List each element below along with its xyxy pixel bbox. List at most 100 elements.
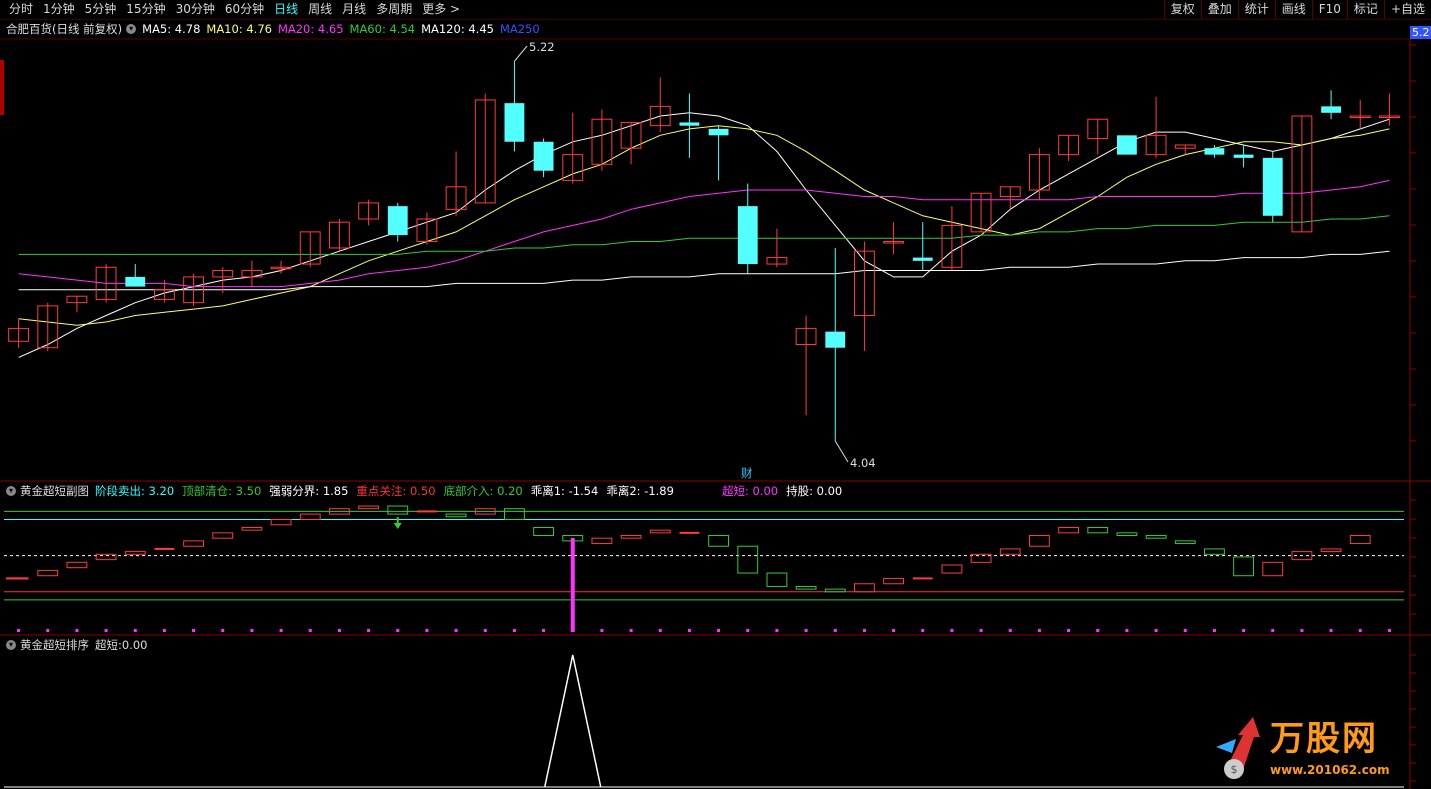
indicator1-dot [1329,629,1333,632]
indicator1-dot [687,629,691,632]
candle-body [387,206,408,236]
indicator1-dot [250,629,254,632]
indicator-value-label: 乖离1: [530,484,569,498]
indicator1-title: 黄金超短副图 [20,484,89,498]
indicator-value-number: 0.50 [409,484,436,498]
indicator-value-item: 重点关注: 0.50 [356,483,435,499]
indicator1-bar [999,548,1021,555]
indicator-value-number: 0.00 [816,484,843,498]
candle-body [679,122,700,126]
indicator1-dot [454,629,458,632]
indicator1-dot [192,629,196,632]
indicator1-dot [542,629,546,632]
candle-body [504,103,525,142]
indicator-value-number: 3.20 [148,484,175,498]
indicator1-dot [367,629,371,632]
indicator1-dot [1183,629,1187,632]
indicator1-bar [299,513,321,520]
indicator1-bar [241,526,263,531]
indicator1-bar [1262,561,1284,577]
indicator-value-item: 顶部清仓: 3.50 [182,483,261,499]
left-marker [0,60,4,115]
candle-body [1117,135,1137,155]
indicator1-dot [104,629,108,632]
indicator1-bar [212,532,234,539]
indicator1-bar [95,553,117,561]
indicator1-dot [950,629,954,632]
indicator1-dot [1212,629,1216,632]
indicator-value-item: 乖离1: -1.54 [531,483,599,499]
indicator2-value: 0.00 [121,638,148,652]
indicator1-dot [75,629,79,632]
indicator-value-label: 乖离2: [606,484,645,498]
indicator1-bar [183,540,205,547]
indicator1-bar [6,577,28,580]
high-price-label: 5.22 [529,40,555,54]
indicator1-bar [620,535,642,539]
indicator1-dot [1067,629,1071,632]
indicator1-bar [912,577,933,580]
candle-body [533,141,554,171]
indicator-value-label: 超短: [721,484,753,498]
indicator-value-number: -1.54 [568,484,599,498]
svg-text:$: $ [1231,763,1238,776]
indicator1-bar [270,518,292,526]
indicator1-dot [46,629,50,632]
indicator1-bar [883,577,905,585]
indicator1-extra-values: 超短: 0.00 持股: 0.00 [722,483,842,499]
indicator1-dot [17,629,21,632]
indicator1-bar [854,583,875,593]
candle-body [1262,157,1283,216]
high-pointer [514,45,528,62]
indicator2-title: 黄金超短排序 [20,638,89,652]
fin-report-marker[interactable]: 财 [741,465,753,481]
indicator1-bar [679,531,700,534]
indicator1-bar [708,535,730,547]
candle-body [1321,106,1341,113]
indicator1-dot [337,629,341,632]
indicator1-dot [1271,629,1275,632]
indicator1-bar [1116,532,1138,537]
indicator-value-number: 0.20 [497,484,523,498]
indicator1-bar [504,508,525,520]
indicator-menu-icon[interactable]: ▾ [6,640,16,650]
candle-body [125,276,146,287]
indicator1-bar [1349,535,1371,545]
indicator-value-label: 顶部清仓: [182,484,236,498]
candle-body [912,257,933,261]
indicator-value-item: 持股: 0.00 [786,483,842,499]
indicator1-bar [37,569,59,577]
low-pointer [834,440,849,463]
indicator-menu-icon[interactable]: ▾ [6,486,16,496]
indicator1-bar [795,585,817,590]
candle-body [737,206,758,265]
indicator1-bar [1233,556,1254,577]
indicator1-bar [1204,548,1225,555]
sell-arrow-icon [393,523,402,529]
indicator-value-number: -1.89 [644,484,674,498]
indicator1-dot [1125,629,1129,632]
ma-line-ma60 [18,215,1390,255]
indicator1-dot [1096,629,1100,632]
ma-line-ma5 [18,112,1390,358]
indicator-value-label: 重点关注: [356,484,410,498]
indicator1-bar [1320,548,1342,553]
indicator1-bar [533,526,555,537]
indicator1-dot [862,629,866,632]
indicator1-bar [417,510,437,513]
chart-canvas [0,38,1431,789]
indicator-value-number: 0.00 [752,484,779,498]
indicator-value-item: 超短: 0.00 [722,483,778,499]
indicator1-spike [570,538,575,632]
indicator1-dot [833,629,837,632]
indicator1-dot [746,629,750,632]
low-price-label: 4.04 [850,456,876,470]
candle-body [708,128,729,136]
indicator-value-item: 阶段卖出: 3.20 [95,483,174,499]
indicator1-bar [154,547,175,550]
indicator2-label: 超短: [95,638,122,652]
indicator1-bar [649,529,671,534]
candle-body [1233,154,1254,158]
indicator1-dot [1242,629,1246,632]
indicator-value-item: 强弱分界: 1.85 [269,483,348,499]
